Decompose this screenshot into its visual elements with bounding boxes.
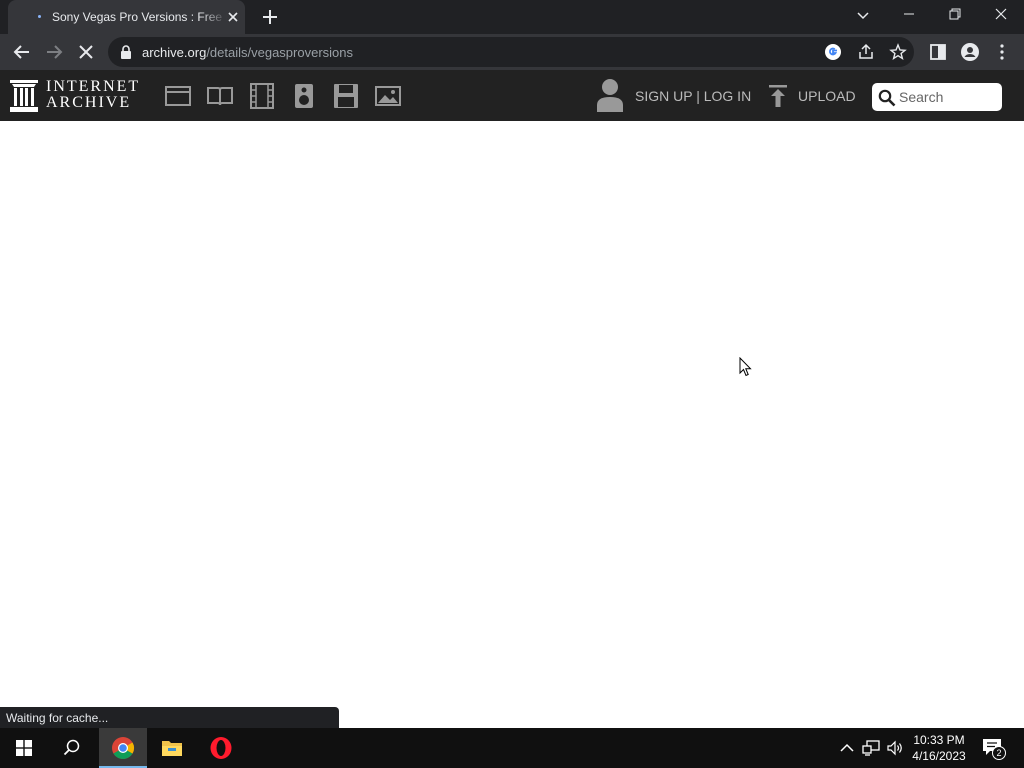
clock-time: 10:33 PM xyxy=(913,733,965,747)
google-lens-icon[interactable] xyxy=(824,43,842,61)
upload-link[interactable]: UPLOAD xyxy=(798,88,856,104)
mouse-cursor-icon xyxy=(739,357,752,377)
search-icon[interactable] xyxy=(878,89,896,107)
internet-archive-logo-icon[interactable] xyxy=(10,80,38,112)
search-icon xyxy=(63,739,80,756)
status-bubble: Waiting for cache... xyxy=(0,707,339,728)
taskbar-search-button[interactable] xyxy=(48,728,96,768)
search-input[interactable] xyxy=(899,87,997,107)
taskbar-chrome[interactable] xyxy=(99,728,147,768)
address-bar[interactable]: archive.org/details/vegasproversions xyxy=(108,37,914,67)
tab-title: Sony Vegas Pro Versions : Free Download,… xyxy=(52,10,227,24)
software-icon[interactable] xyxy=(333,83,359,109)
chrome-icon xyxy=(112,737,134,759)
notification-count-badge: 2 xyxy=(992,746,1006,760)
url-host: archive.org xyxy=(142,45,207,60)
images-icon[interactable] xyxy=(375,83,401,109)
page-content-area xyxy=(0,121,1024,728)
close-window-icon[interactable] xyxy=(978,0,1024,30)
video-icon[interactable] xyxy=(249,83,275,109)
tab-close-icon[interactable] xyxy=(224,8,242,26)
tab-search-icon[interactable] xyxy=(853,5,873,25)
network-icon[interactable] xyxy=(862,739,880,757)
url-path: /details/vegasproversions xyxy=(206,45,354,60)
screen: Sony Vegas Pro Versions : Free Download,… xyxy=(0,0,1024,768)
side-panel-icon[interactable] xyxy=(927,41,949,63)
windows-taskbar: 10:33 PM 4/16/2023 2 xyxy=(0,728,1024,768)
profile-icon[interactable] xyxy=(959,41,981,63)
ia-search-box[interactable] xyxy=(872,83,1002,111)
web-icon[interactable] xyxy=(165,83,191,109)
signup-login-link[interactable]: SIGN UP | LOG IN xyxy=(635,88,751,104)
taskbar-file-explorer[interactable] xyxy=(148,728,196,768)
browser-tab-active[interactable]: Sony Vegas Pro Versions : Free Download,… xyxy=(8,0,245,34)
new-tab-icon[interactable] xyxy=(260,7,280,27)
upload-icon[interactable] xyxy=(768,85,788,107)
restore-icon[interactable] xyxy=(932,0,978,30)
clock-date: 4/16/2023 xyxy=(912,749,966,763)
browser-tab-strip: Sony Vegas Pro Versions : Free Download,… xyxy=(0,0,1024,34)
show-hidden-icons-icon[interactable] xyxy=(838,739,856,757)
chrome-menu-icon[interactable] xyxy=(991,41,1013,63)
audio-icon[interactable] xyxy=(291,83,317,109)
volume-icon[interactable] xyxy=(886,739,904,757)
wordmark-line2: ARCHIVE xyxy=(46,94,132,111)
windows-logo-icon xyxy=(16,740,32,756)
taskbar-clock[interactable]: 10:33 PM 4/16/2023 xyxy=(906,732,972,764)
wordmark-line1: INTERNET xyxy=(46,78,141,95)
internet-archive-wordmark[interactable]: INTERNET ARCHIVE xyxy=(46,79,140,111)
bookmark-star-icon[interactable] xyxy=(889,43,907,61)
url-text[interactable]: archive.org/details/vegasproversions xyxy=(142,45,353,60)
action-center-button[interactable]: 2 xyxy=(982,738,1006,760)
lock-icon[interactable] xyxy=(120,45,132,59)
loading-spinner-icon xyxy=(38,15,41,18)
folder-icon xyxy=(162,741,182,756)
back-icon[interactable] xyxy=(11,41,33,63)
stop-loading-icon[interactable] xyxy=(75,41,97,63)
start-button[interactable] xyxy=(0,728,48,768)
minimize-icon[interactable] xyxy=(886,0,932,30)
ia-top-nav: INTERNET ARCHIVE SIGN UP | LOG IN UPLOAD… xyxy=(0,70,1024,121)
forward-icon[interactable] xyxy=(43,41,65,63)
share-icon[interactable] xyxy=(857,43,875,61)
opera-icon xyxy=(210,737,232,759)
user-avatar-icon[interactable] xyxy=(596,78,624,112)
taskbar-opera[interactable] xyxy=(197,728,245,768)
browser-toolbar: archive.org/details/vegasproversions xyxy=(0,34,1024,70)
texts-icon[interactable] xyxy=(207,83,233,109)
